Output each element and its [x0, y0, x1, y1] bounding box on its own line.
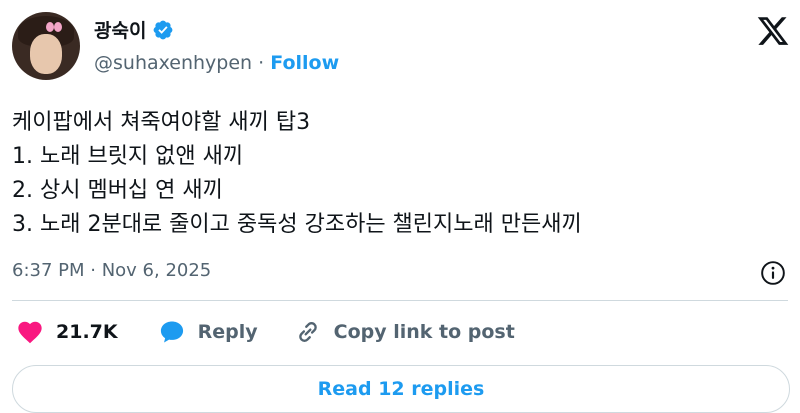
follow-button[interactable]: Follow [270, 52, 339, 74]
author-display-name[interactable]: 광숙이 [94, 16, 146, 43]
avatar[interactable] [12, 12, 80, 80]
handle-separator: · [252, 52, 271, 74]
tweet-text: 케이팝에서 쳐죽여야할 새끼 탑3 1. 노래 브릿지 없앤 새끼 2. 상시 … [12, 110, 582, 237]
verified-badge-icon [154, 20, 173, 39]
read-replies-button[interactable]: Read 12 replies [12, 365, 790, 413]
author-handle-row: @suhaxenhypen · Follow [94, 52, 339, 74]
link-icon [298, 322, 317, 342]
read-replies-label: Read 12 replies [317, 378, 485, 400]
bow-icon [46, 22, 62, 32]
avatar-face [30, 34, 62, 74]
tweet-timestamp[interactable]: 6:37 PM · Nov 6, 2025 [12, 260, 211, 281]
like-button[interactable]: 21.7K [16, 318, 118, 346]
copy-link-button[interactable]: Copy link to post [294, 318, 515, 346]
action-bar: 21.7K Reply Copy link to post [16, 318, 515, 346]
like-count: 21.7K [56, 321, 118, 343]
divider [12, 300, 788, 301]
heart-icon [18, 321, 42, 344]
author-name-row: 광숙이 [94, 16, 174, 43]
x-logo-icon[interactable] [756, 14, 790, 48]
reply-label: Reply [197, 321, 258, 343]
info-icon[interactable] [760, 260, 786, 286]
copy-link-label: Copy link to post [333, 321, 515, 343]
author-handle[interactable]: @suhaxenhypen [94, 52, 252, 74]
reply-button[interactable]: Reply [158, 318, 258, 346]
reply-bubble-icon [160, 321, 183, 343]
